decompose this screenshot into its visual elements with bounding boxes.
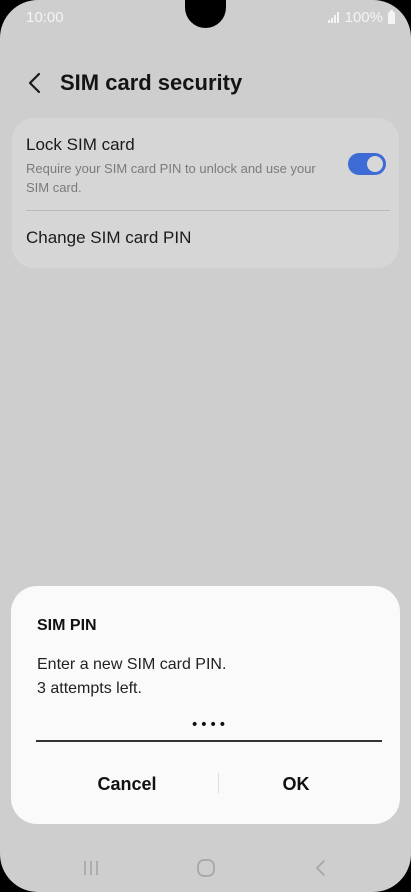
ok-button[interactable]: OK [201, 764, 391, 804]
status-right: 100% [327, 9, 395, 26]
settings-card: Lock SIM card Require your SIM card PIN … [12, 118, 399, 268]
signal-icon [327, 12, 339, 23]
home-icon [197, 859, 215, 877]
change-sim-pin-row[interactable]: Change SIM card PIN [12, 211, 399, 268]
back-icon [316, 860, 325, 876]
recent-apps-icon [84, 861, 98, 875]
nav-back-button[interactable] [301, 854, 341, 882]
dialog-message-line1: Enter a new SIM card PIN. [37, 656, 227, 673]
change-sim-pin-title: Change SIM card PIN [26, 228, 192, 247]
back-button[interactable] [18, 66, 52, 100]
status-time: 10:00 [26, 9, 64, 26]
dialog-actions: Cancel OK [11, 764, 400, 804]
phone-screen: 10:00 100% SIM card security Lock SIM ca… [0, 0, 411, 892]
pin-input[interactable] [36, 704, 382, 742]
lock-sim-card-description: Require your SIM card PIN to unlock and … [26, 161, 316, 195]
battery-percent: 100% [344, 9, 383, 26]
sim-pin-dialog: SIM PIN Enter a new SIM card PIN. 3 atte… [11, 586, 400, 824]
dialog-title: SIM PIN [37, 617, 97, 634]
dialog-message-line2: 3 attempts left. [37, 680, 142, 697]
battery-icon [388, 9, 395, 24]
header: SIM card security [0, 60, 411, 106]
chevron-left-icon [28, 72, 41, 94]
lock-sim-card-title: Lock SIM card [26, 135, 135, 154]
cancel-button[interactable]: Cancel [32, 764, 222, 804]
home-button[interactable] [186, 854, 226, 882]
toggle-knob [367, 156, 383, 172]
lock-sim-card-toggle[interactable] [348, 153, 386, 175]
page-title: SIM card security [60, 70, 243, 95]
dialog-message: Enter a new SIM card PIN. 3 attempts lef… [37, 653, 226, 701]
navigation-bar [0, 846, 411, 892]
recent-apps-button[interactable] [71, 854, 111, 882]
lock-sim-card-row[interactable]: Lock SIM card Require your SIM card PIN … [12, 118, 399, 210]
